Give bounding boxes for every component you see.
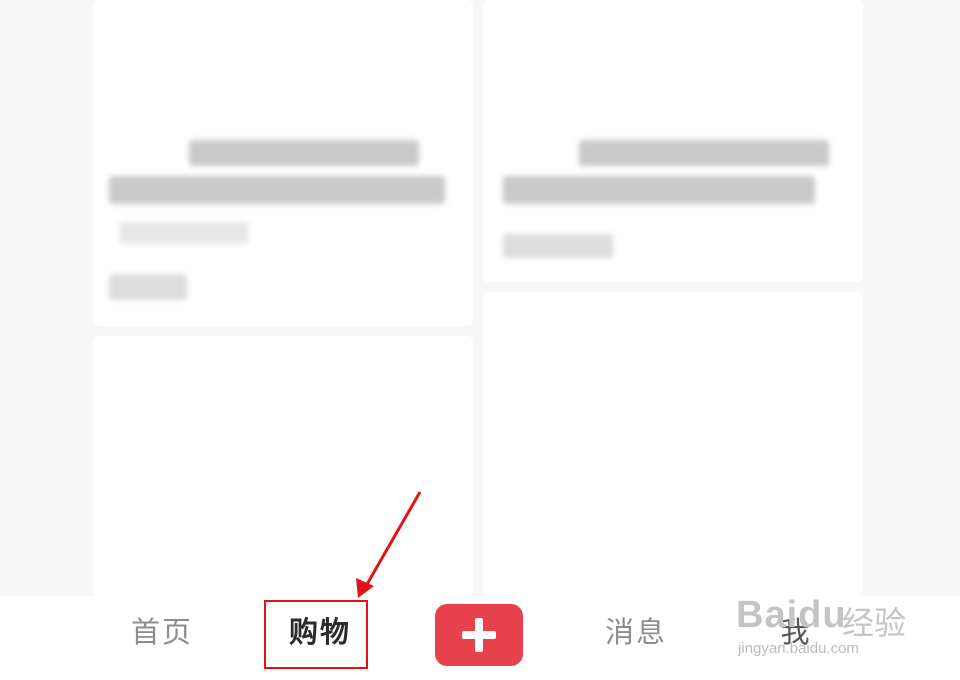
plus-icon — [462, 618, 496, 652]
add-post-button[interactable] — [435, 604, 523, 666]
annotation-highlight-box — [264, 600, 368, 669]
feed-card[interactable] — [483, 0, 863, 282]
tab-home[interactable]: 首页 — [126, 610, 198, 654]
product-feed — [0, 0, 960, 596]
card-meta-blurred — [109, 274, 187, 300]
tab-messages[interactable]: 消息 — [600, 610, 672, 654]
watermark-url: jingyan.baidu.com — [738, 640, 859, 657]
feed-card[interactable] — [93, 336, 473, 596]
card-title-blurred — [189, 140, 419, 166]
card-meta-blurred — [503, 234, 613, 258]
watermark-logo: Baidu — [736, 594, 847, 636]
feed-card[interactable] — [483, 292, 863, 596]
feed-card[interactable] — [93, 0, 473, 326]
card-title-blurred — [503, 176, 815, 204]
card-tag-blurred — [119, 222, 249, 244]
card-title-blurred — [579, 140, 829, 166]
baidu-watermark: Baidu 经验 jingyan.baidu.com — [736, 580, 936, 670]
watermark-cn: 经验 — [842, 605, 907, 641]
card-title-blurred — [109, 176, 445, 204]
